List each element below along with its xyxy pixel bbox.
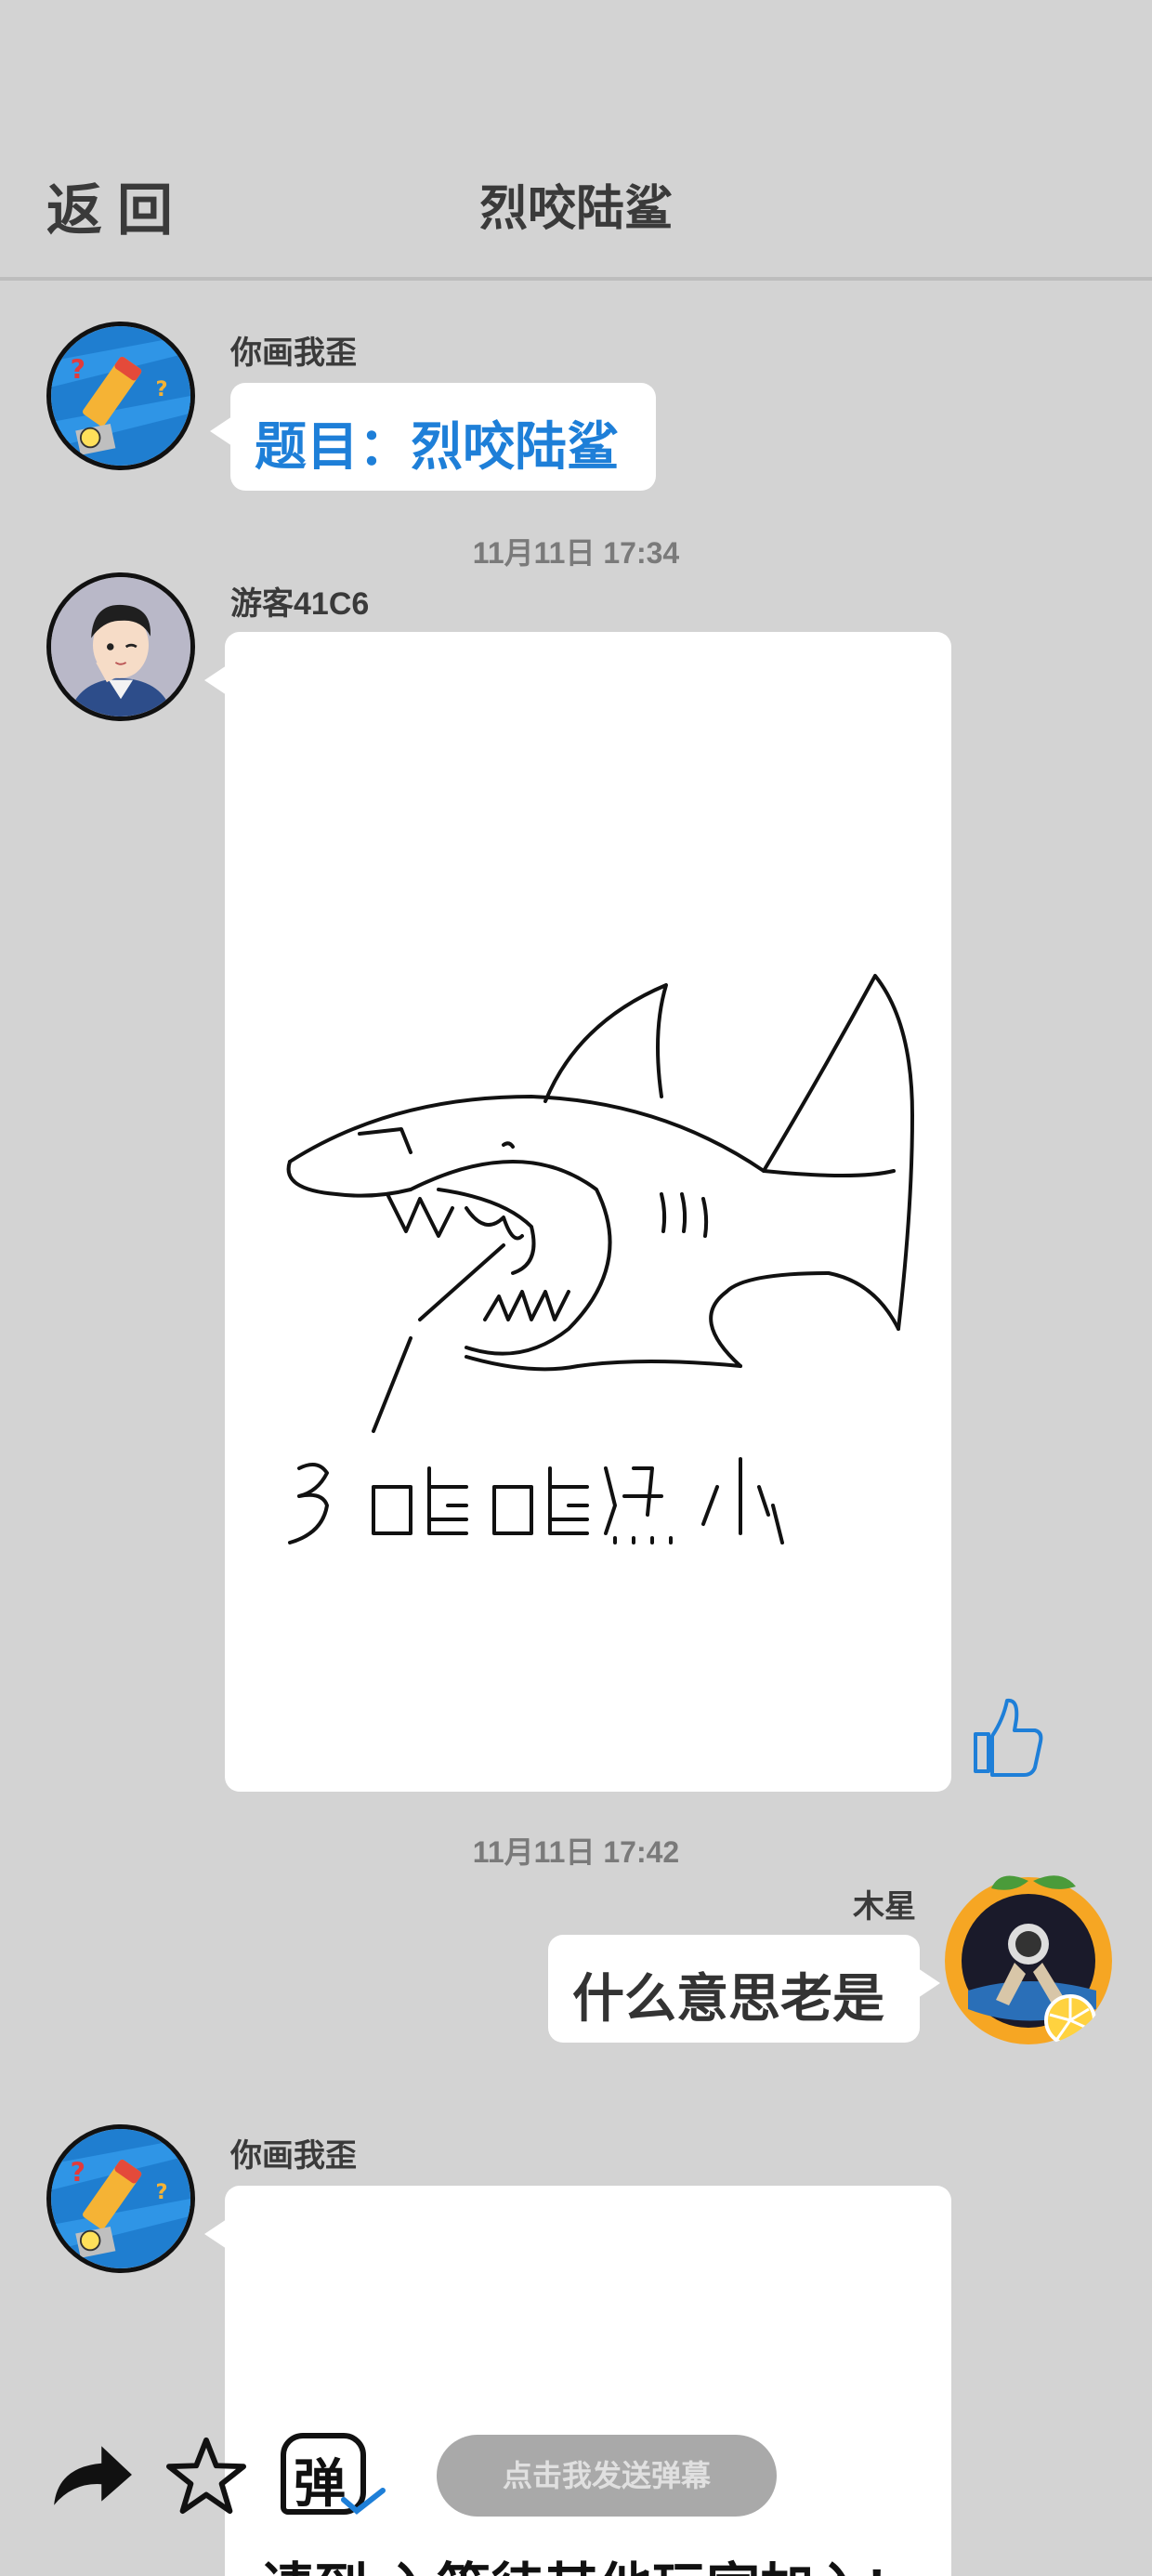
shark-drawing: [286, 974, 914, 1544]
message-text: 题目：烈咬陆鲨: [255, 417, 619, 476]
svg-text:?: ?: [71, 354, 85, 385]
svg-text:?: ?: [156, 377, 168, 401]
star-icon[interactable]: [165, 2435, 247, 2517]
svg-text:?: ?: [71, 2157, 85, 2188]
avatar[interactable]: ? ?: [46, 322, 195, 470]
danmaku-send-button[interactable]: 点击我发送弹幕: [437, 2435, 777, 2517]
sender-name: 你画我歪: [230, 2138, 357, 2174]
partial-message-text: 请到 入等待其他玩家加入!: [260, 2544, 885, 2576]
thumbs-up-icon[interactable]: [966, 1691, 1046, 1781]
cartoon-boy-avatar-icon: [51, 577, 190, 716]
avatar[interactable]: ? ?: [46, 2124, 195, 2273]
drawing-bubble[interactable]: [204, 632, 951, 1792]
sender-name: 你画我歪: [230, 335, 357, 371]
danmaku-toggle-icon[interactable]: 弹: [281, 2433, 386, 2518]
pencil-game-avatar-icon: ? ?: [51, 326, 190, 466]
timestamp: 11月11日 17:42: [472, 1835, 680, 1869]
pencil-game-avatar-icon: ? ?: [51, 2129, 190, 2268]
page-title: 烈咬陆鲨: [478, 182, 673, 236]
sender-name: 游客41C6: [230, 586, 370, 622]
danmaku-icon-label: 弹: [294, 2454, 346, 2513]
avatar[interactable]: [46, 572, 195, 721]
message-bubble[interactable]: 题目：烈咬陆鲨: [210, 383, 656, 491]
message-bubble[interactable]: 什么意思老是: [548, 1935, 940, 2043]
share-icon[interactable]: [48, 2442, 134, 2509]
avatar[interactable]: [940, 1870, 1117, 2046]
timestamp: 11月11日 17:34: [472, 536, 680, 570]
astronaut-orange-avatar-icon: [945, 1875, 1112, 2046]
header: 返回 烈咬陆鲨: [0, 0, 1152, 281]
message-text: 什么意思老是: [572, 1969, 884, 2028]
svg-text:?: ?: [156, 2180, 168, 2204]
sender-name: 木星: [853, 1889, 916, 1925]
